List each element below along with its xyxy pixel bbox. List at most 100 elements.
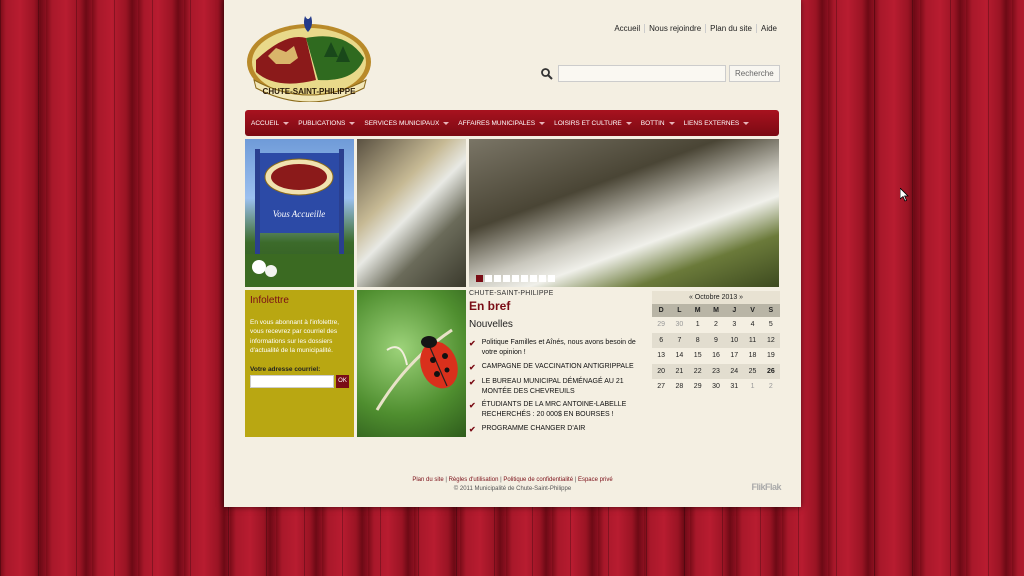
calendar-day[interactable]: 22	[688, 363, 707, 379]
calendar-day[interactable]: 7	[670, 332, 689, 348]
nav-item-bottin[interactable]: BOTTIN	[641, 120, 675, 127]
calendar-day[interactable]: 29	[652, 317, 670, 333]
search-input[interactable]	[558, 65, 726, 82]
slide-dot[interactable]	[503, 275, 510, 282]
calendar-day[interactable]: 27	[652, 379, 670, 395]
toplink-plan-du-site[interactable]: Plan du site	[706, 24, 757, 33]
slide-dot[interactable]	[521, 275, 528, 282]
footer: Plan du site | Règles d'utilisation | Po…	[224, 477, 801, 492]
site-logo[interactable]: CHUTE-SAINT-PHILIPPE	[246, 12, 376, 103]
calendar-day[interactable]: 31	[725, 379, 743, 395]
calendar-day[interactable]: 10	[725, 332, 744, 348]
calendar-day[interactable]: 18	[743, 348, 761, 364]
calendar-day[interactable]: 23	[706, 363, 726, 379]
mouse-cursor-icon	[900, 188, 909, 202]
calendar-day[interactable]: 8	[688, 332, 707, 348]
checkmark-icon: ✔	[469, 377, 476, 387]
top-links: Accueil Nous rejoindre Plan du site Aide	[610, 24, 781, 33]
news-item-text: PROGRAMME CHANGER D'AIR	[481, 424, 586, 432]
slide-dot[interactable]	[512, 275, 519, 282]
calendar-day[interactable]: 4	[743, 317, 761, 333]
search-button[interactable]: Recherche	[729, 65, 780, 82]
caret-down-icon	[743, 121, 750, 125]
calendar-day[interactable]: 14	[670, 348, 688, 364]
calendar-day[interactable]: 16	[707, 348, 725, 364]
calendar-day[interactable]: 17	[725, 348, 743, 364]
calendar-day[interactable]: 3	[725, 317, 743, 333]
nav-label: AFFAIRES MUNICIPALES	[458, 119, 536, 127]
welcome-sign-photo: Vous Accueille	[245, 139, 354, 287]
calendar-day[interactable]: 1	[689, 317, 707, 333]
calendar-day[interactable]: 11	[743, 332, 762, 348]
footer-link-confidentialite[interactable]: Politique de confidentialité	[503, 477, 573, 483]
agency-credit-logo[interactable]: FlikFlak	[751, 482, 781, 492]
calendar-day[interactable]: 21	[670, 363, 689, 379]
calendar-day[interactable]: 26	[761, 363, 780, 379]
nav-item-affaires-municipales[interactable]: AFFAIRES MUNICIPALES	[458, 119, 546, 127]
news-item[interactable]: ✔ Politique Familles et Aînés, nous avons…	[469, 338, 637, 358]
slide-dot[interactable]	[485, 275, 492, 282]
news-item[interactable]: ✔ LE BUREAU MUNICIPAL DÉMÉNAGÉ AU 21 MONT…	[469, 377, 637, 397]
news-list: ✔ Politique Familles et Aînés, nous avons…	[469, 338, 637, 435]
calendar-day[interactable]: 13	[652, 348, 670, 364]
calendar-day[interactable]: 1	[743, 379, 761, 395]
toplink-aide[interactable]: Aide	[757, 24, 781, 33]
nav-item-publications[interactable]: PUBLICATIONS	[298, 120, 356, 127]
calendar-day[interactable]: 29	[689, 379, 707, 395]
slide-dot[interactable]	[494, 275, 501, 282]
nav-item-services-municipaux[interactable]: SERVICES MUNICIPAUX	[364, 119, 450, 127]
search-icon	[541, 67, 553, 80]
calendar-header[interactable]: « Octobre 2013 »	[652, 291, 780, 304]
checkmark-icon: ✔	[469, 401, 476, 411]
news-item[interactable]: ✔ CAMPAGNE DE VACCINATION ANTIGRIPPALE	[469, 362, 637, 373]
calendar-day[interactable]: 20	[652, 363, 671, 379]
slide-dot[interactable]	[476, 275, 483, 282]
search-bar: Recherche	[540, 65, 780, 82]
news-subtitle: Nouvelles	[469, 319, 513, 330]
toplink-accueil[interactable]: Accueil	[610, 24, 646, 33]
calendar-day[interactable]: 24	[725, 363, 744, 379]
calendar-day[interactable]: 15	[689, 348, 707, 364]
slide-dot[interactable]	[530, 275, 537, 282]
calendar-day[interactable]: 30	[707, 379, 725, 395]
calendar-day[interactable]: 2	[707, 317, 725, 333]
calendar-day[interactable]: 12	[761, 332, 780, 348]
calendar-day[interactable]: 30	[670, 317, 688, 333]
nav-item-liens-externes[interactable]: LIENS EXTERNES	[684, 120, 750, 127]
news-item[interactable]: ✔ PROGRAMME CHANGER D'AIR	[469, 424, 637, 435]
nav-label: LOISIRS ET CULTURE	[554, 119, 622, 127]
email-field[interactable]	[250, 374, 334, 388]
calendar-day-header: M	[688, 304, 707, 317]
main-nav: ACCUEIL PUBLICATIONS SERVICES MUNICIPAUX…	[245, 110, 779, 136]
footer-link-regles[interactable]: Règles d'utilisation	[449, 477, 499, 483]
checkmark-icon: ✔	[469, 339, 476, 348]
calendar-day[interactable]: 19	[762, 348, 780, 364]
news-item-text: CAMPAGNE DE VACCINATION ANTIGRIPPALE	[481, 362, 634, 370]
calendar-day-header: L	[670, 304, 689, 317]
calendar-day[interactable]: 25	[743, 363, 762, 379]
calendar-day[interactable]: 9	[706, 332, 726, 348]
calendar-day[interactable]: 5	[762, 317, 780, 333]
nav-label: SERVICES MUNICIPAUX	[364, 119, 440, 127]
newsletter-submit-button[interactable]: OK	[336, 374, 349, 388]
news-title: En bref	[469, 299, 511, 313]
news-item[interactable]: ✔ ÉTUDIANTS DE LA MRC ANTOINE-LABELLE REC…	[469, 400, 637, 420]
calendar-day-header: V	[743, 304, 762, 317]
newsletter-box: Infolettre En vous abonnant à l'infolett…	[245, 290, 354, 437]
calendar-week-row: 27 28 29 30 31 1 2	[652, 379, 780, 395]
caret-down-icon	[283, 121, 290, 125]
nav-item-loisirs-et-culture[interactable]: LOISIRS ET CULTURE	[554, 120, 632, 127]
news-section: CHUTE-SAINT-PHILIPPE En bref Nouvelles ✔…	[469, 290, 637, 439]
slide-dot[interactable]	[539, 275, 546, 282]
nav-item-accueil[interactable]: ACCUEIL	[251, 120, 290, 127]
slide-dot[interactable]	[548, 275, 555, 282]
calendar-day[interactable]: 2	[762, 379, 780, 395]
footer-link-espace-prive[interactable]: Espace privé	[578, 477, 613, 483]
nav-label: BOTTIN	[640, 119, 665, 127]
calendar-day[interactable]: 6	[652, 332, 671, 348]
calendar-day[interactable]: 28	[670, 379, 688, 395]
toplink-nous-rejoindre[interactable]: Nous rejoindre	[645, 24, 707, 33]
footer-link-plan-du-site[interactable]: Plan du site	[412, 477, 443, 483]
slideshow[interactable]	[469, 139, 779, 287]
checkmark-icon: ✔	[469, 362, 476, 372]
